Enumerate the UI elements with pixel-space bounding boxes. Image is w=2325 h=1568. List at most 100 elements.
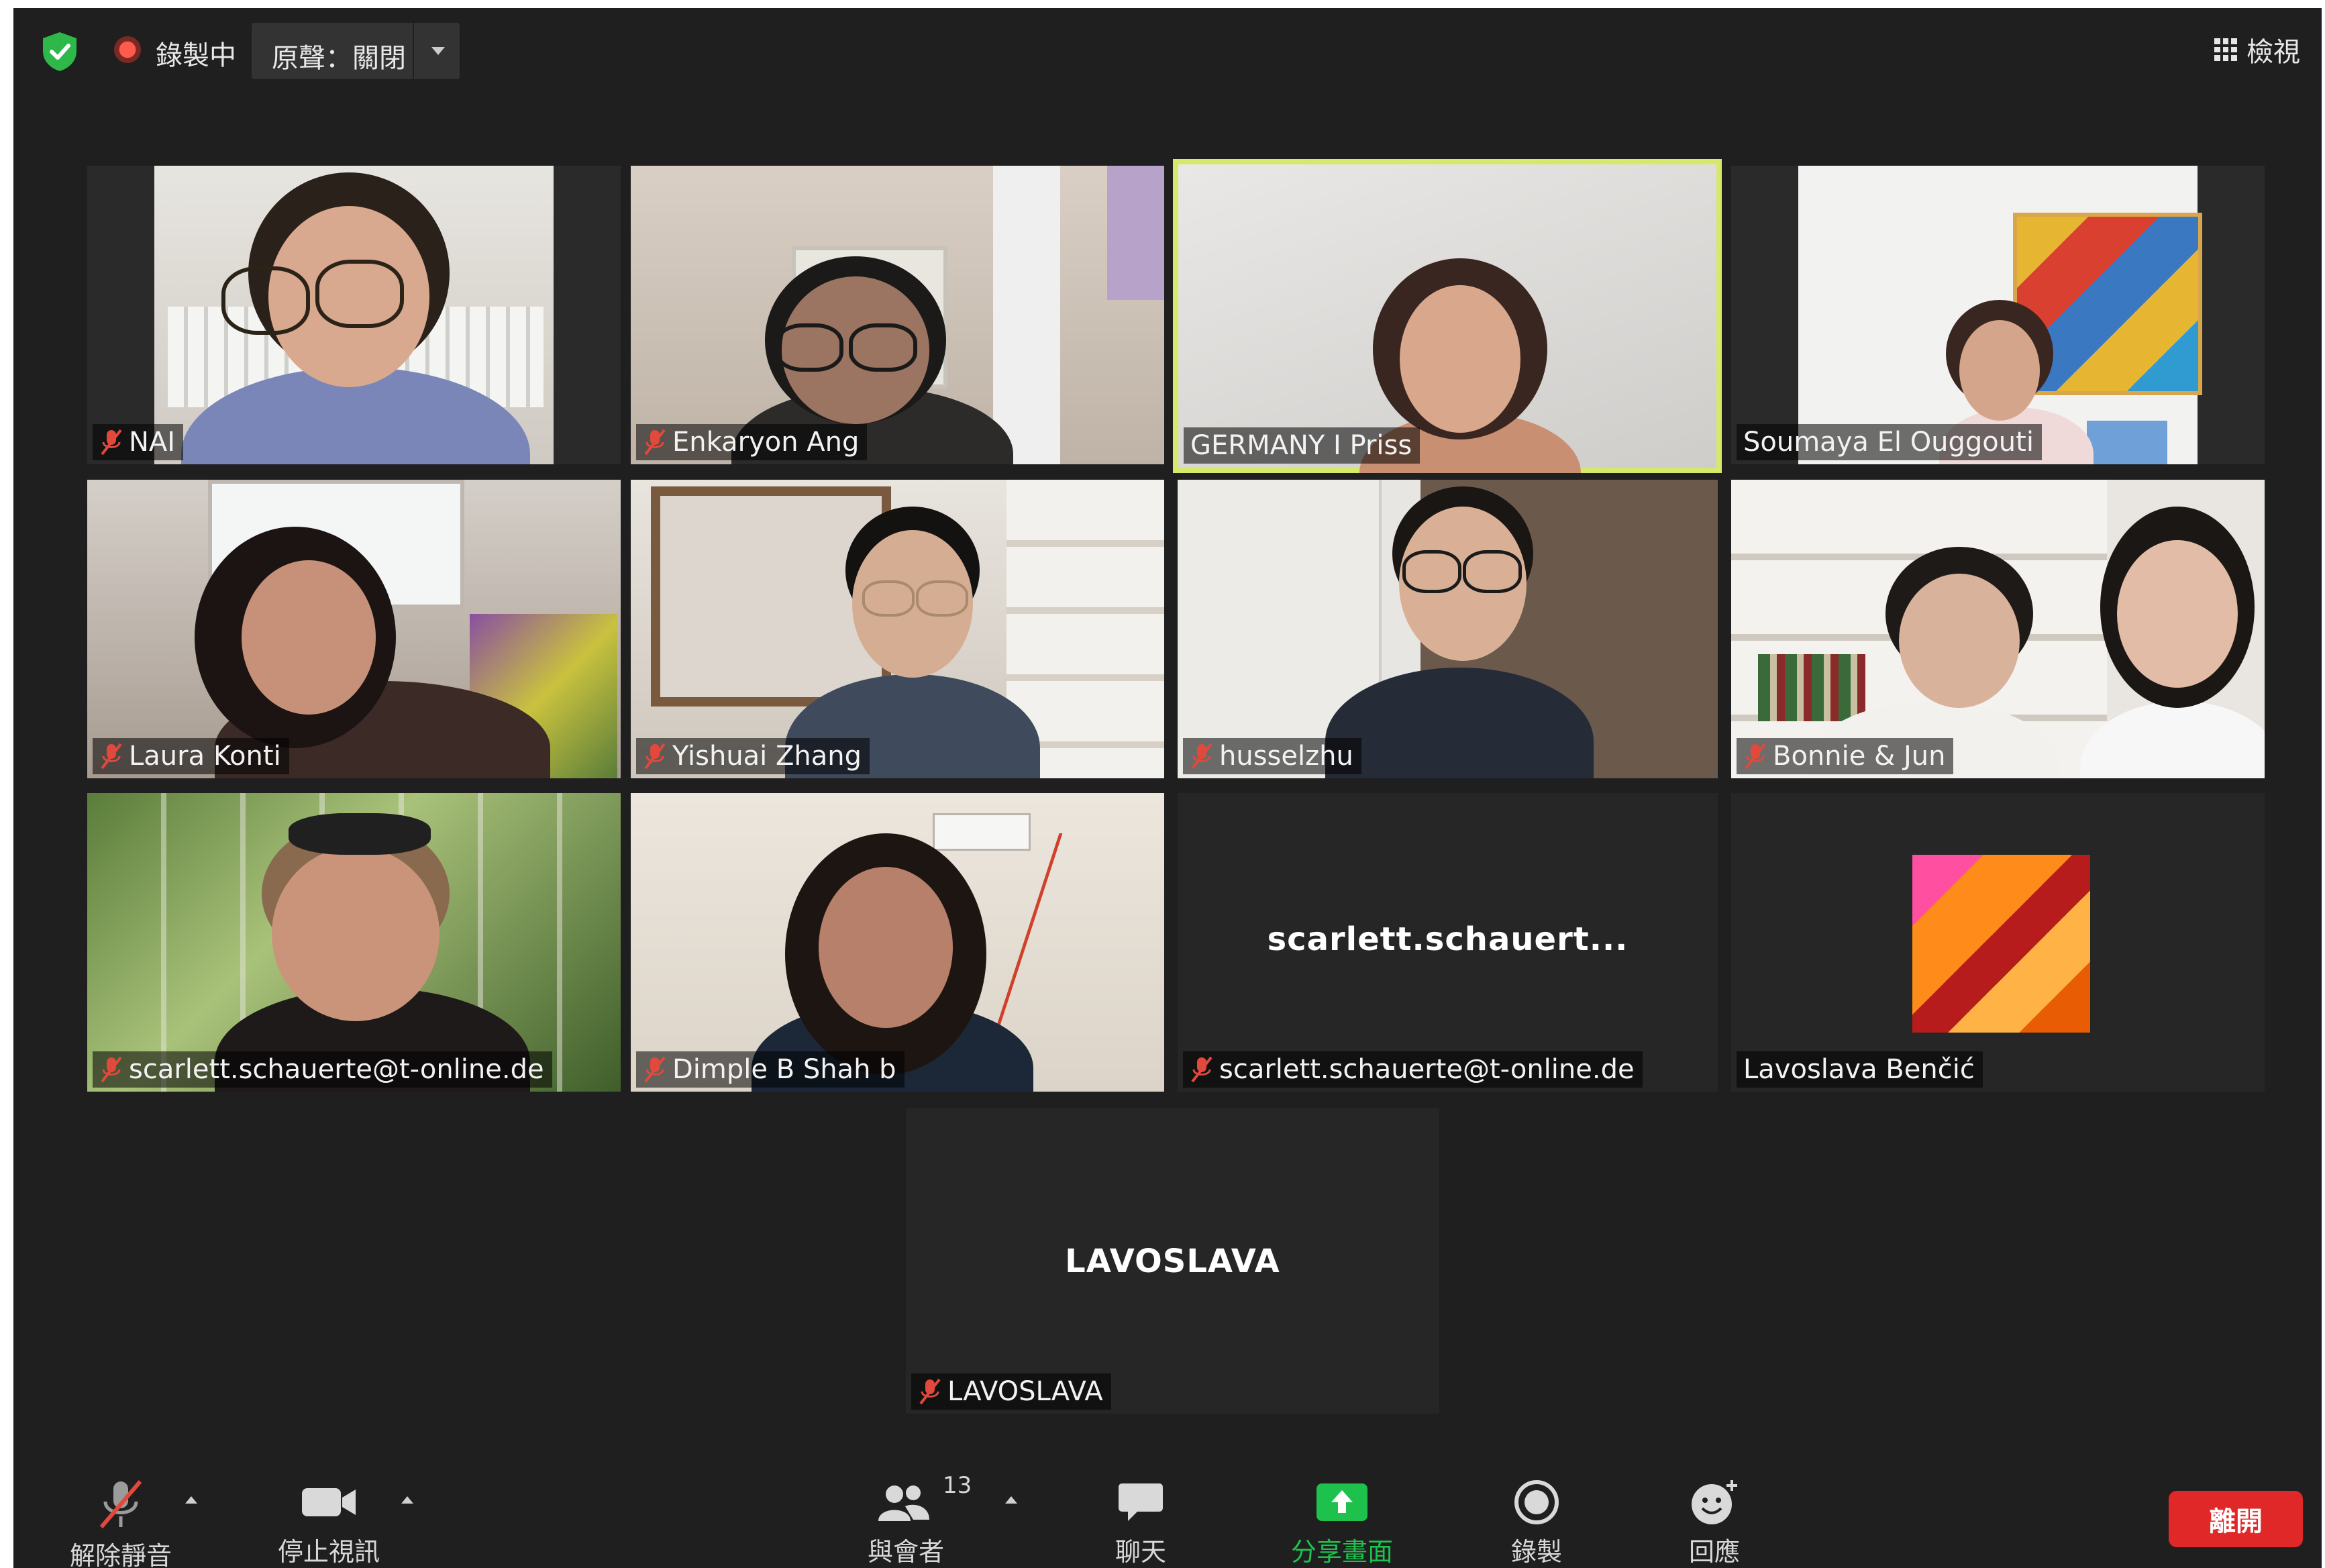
- participant-name: scarlett.schauerte@t-online.de: [129, 1054, 544, 1085]
- video-feed: [631, 793, 1164, 1092]
- video-tile[interactable]: Bonnie & Jun: [1731, 480, 2265, 778]
- switchboard: [933, 813, 1031, 851]
- participants-count: 13: [943, 1472, 972, 1499]
- muted-mic-icon: [101, 429, 122, 456]
- share-screen-label: 分享畫面: [1290, 1537, 1393, 1567]
- participant-nameplate: scarlett.schauerte@t-online.de: [1183, 1051, 1643, 1088]
- person: [221, 266, 310, 335]
- stop-video-label: 停止視訊: [277, 1537, 380, 1567]
- participants-options-caret-icon[interactable]: [1005, 1496, 1017, 1504]
- participant-nameplate: Lavoslava Benčić: [1737, 1051, 1983, 1088]
- top-bar: 錄製中 原聲：關閉 檢視: [13, 8, 2322, 89]
- participant-name: NAI: [129, 427, 176, 458]
- participant-name: Enkaryon Ang: [672, 427, 860, 458]
- video-feed: [154, 166, 554, 464]
- participant-nameplate: Dimple B Shah b: [636, 1051, 905, 1088]
- participants-label: 與會者: [867, 1537, 944, 1567]
- reactions-button[interactable]: 回應: [1647, 1457, 1781, 1568]
- participant-name: Yishuai Zhang: [672, 741, 862, 772]
- muted-mic-icon: [644, 1056, 666, 1083]
- participant-name: Bonnie & Jun: [1773, 741, 1946, 772]
- video-tile-active-speaker[interactable]: GERMANY I Priss: [1173, 159, 1722, 473]
- participant-nameplate: LAVOSLAVA: [911, 1373, 1111, 1410]
- participant-name: Dimple B Shah b: [672, 1054, 896, 1085]
- video-tile[interactable]: NAI: [87, 166, 621, 464]
- unmute-button[interactable]: 解除靜音: [54, 1457, 188, 1568]
- chat-button[interactable]: 聊天: [1074, 1457, 1208, 1568]
- door: [993, 166, 1060, 464]
- encryption-shield-icon[interactable]: [40, 31, 79, 72]
- participant-nameplate: scarlett.schauerte@t-online.de: [93, 1051, 552, 1088]
- participant-nameplate: Enkaryon Ang: [636, 424, 868, 460]
- chat-bubble-icon: [1117, 1477, 1164, 1527]
- chat-label: 聊天: [1115, 1537, 1166, 1567]
- video-tile[interactable]: scarlett.schauerte@t-online.de: [87, 793, 621, 1092]
- person: [1463, 550, 1522, 593]
- view-button[interactable]: 檢視: [2214, 30, 2300, 70]
- video-feed: [631, 480, 1164, 778]
- muted-mic-icon: [101, 743, 122, 770]
- profile-picture: [1912, 855, 2090, 1033]
- participant-name: scarlett.schauerte@t-online.de: [1219, 1054, 1635, 1085]
- video-options-caret-icon[interactable]: [401, 1496, 413, 1504]
- zoom-meeting-window: 錄製中 原聲：關閉 檢視 NAI Enkaryon Ang GERMANY I …: [13, 8, 2322, 1568]
- participant-name: LAVOSLAVA: [947, 1376, 1103, 1407]
- participant-nameplate: Laura Konti: [93, 738, 289, 774]
- share-screen-button[interactable]: 分享畫面: [1268, 1457, 1416, 1568]
- participant-nameplate: Soumaya El Ouggouti: [1737, 424, 2042, 460]
- video-feed: [87, 793, 621, 1092]
- video-tile-no-video[interactable]: LAVOSLAVA LAVOSLAVA: [906, 1108, 1439, 1414]
- muted-mic-icon: [101, 1056, 122, 1083]
- recording-indicator-icon: [114, 36, 141, 63]
- record-icon: [1513, 1477, 1560, 1527]
- participant-name: Laura Konti: [129, 741, 281, 772]
- reactions-label: 回應: [1688, 1537, 1740, 1567]
- books: [1758, 654, 1865, 721]
- participant-display-name: LAVOSLAVA: [1065, 1243, 1280, 1280]
- person: [1402, 550, 1461, 593]
- person: [819, 867, 953, 1028]
- video-tile[interactable]: Laura Konti: [87, 480, 621, 778]
- participant-nameplate: husselzhu: [1183, 738, 1361, 774]
- audio-options-caret-icon[interactable]: [185, 1496, 197, 1504]
- video-camera-icon: [301, 1477, 357, 1527]
- participants-icon: 13: [876, 1472, 972, 1527]
- participant-nameplate: Yishuai Zhang: [636, 738, 870, 774]
- video-tile[interactable]: Soumaya El Ouggouti: [1731, 166, 2265, 464]
- leave-meeting-button[interactable]: 離開: [2169, 1491, 2303, 1547]
- participant-name: GERMANY I Priss: [1190, 430, 1412, 461]
- chevron-down-icon[interactable]: [431, 47, 445, 55]
- participant-nameplate: Bonnie & Jun: [1737, 738, 1954, 774]
- video-feed: [1178, 164, 1716, 473]
- video-tile[interactable]: Enkaryon Ang: [631, 166, 1164, 464]
- record-label: 錄製: [1510, 1537, 1562, 1567]
- emoji-reaction-icon: [1688, 1477, 1741, 1527]
- video-tile[interactable]: Yishuai Zhang: [631, 480, 1164, 778]
- video-feed: [1731, 480, 2265, 778]
- muted-mic-icon: [1191, 743, 1212, 770]
- poster: [1107, 166, 1164, 300]
- video-tile-no-video[interactable]: scarlett.schauert... scarlett.schauerte@…: [1178, 793, 1718, 1092]
- recording-label: 錄製中: [156, 40, 236, 71]
- participant-nameplate: NAI: [93, 424, 184, 460]
- stop-video-button[interactable]: 停止視訊: [262, 1457, 396, 1568]
- divider: [413, 23, 414, 79]
- person: [289, 813, 431, 855]
- view-label: 檢視: [2246, 37, 2300, 68]
- person: [2117, 540, 2238, 688]
- muted-mic-icon: [1191, 1056, 1212, 1083]
- person: [1959, 320, 2040, 421]
- original-sound-toggle[interactable]: 原聲：關閉: [252, 23, 460, 79]
- meeting-controls-bar: 解除靜音 停止視訊 13 與會者 聊天 分享畫面 錄製 回應 離開: [13, 1457, 2322, 1568]
- person: [862, 580, 915, 617]
- record-button[interactable]: 錄製: [1469, 1457, 1604, 1568]
- muted-mic-icon: [644, 429, 666, 456]
- microphone-off-icon: [97, 1477, 144, 1531]
- participant-name: Soumaya El Ouggouti: [1743, 427, 2034, 458]
- participants-button[interactable]: 13 與會者: [839, 1457, 973, 1568]
- participant-name: husselzhu: [1219, 741, 1353, 772]
- video-tile[interactable]: Dimple B Shah b: [631, 793, 1164, 1092]
- person: [272, 847, 440, 1021]
- video-tile[interactable]: husselzhu: [1178, 480, 1718, 778]
- video-tile-no-video[interactable]: Lavoslava Benčić: [1731, 793, 2265, 1092]
